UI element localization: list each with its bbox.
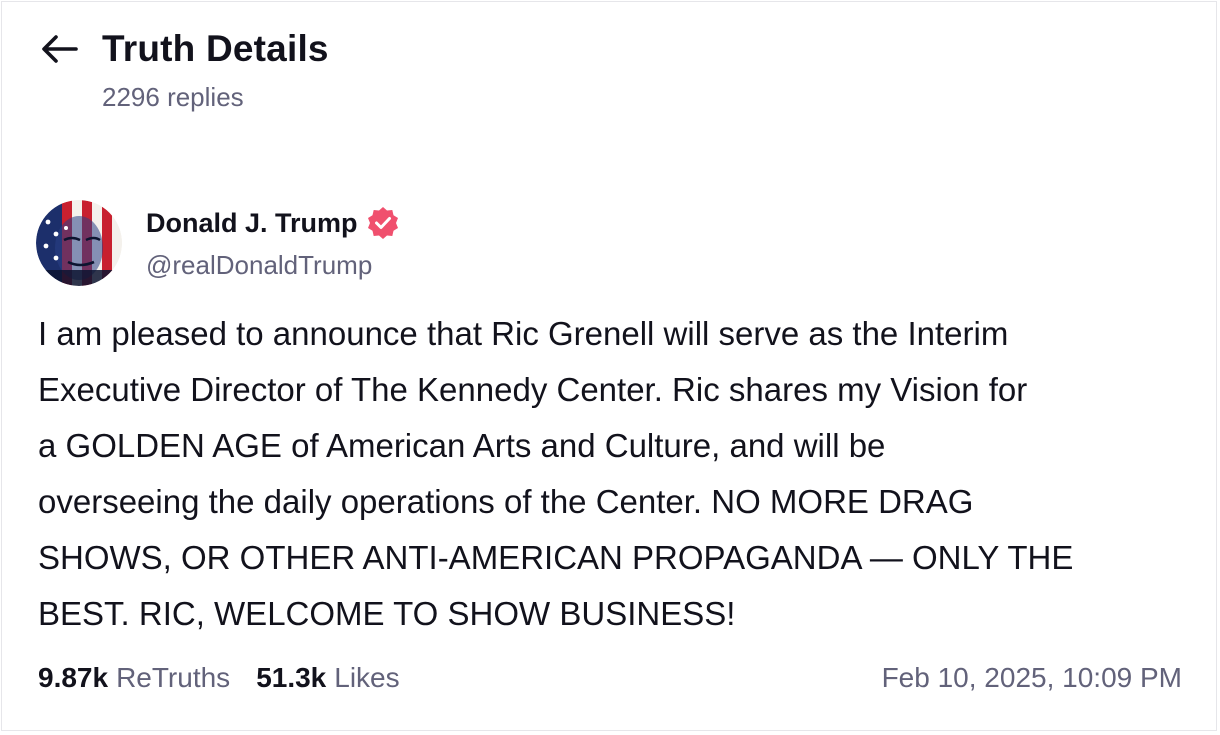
retruths-stat[interactable]: 9.87k ReTruths: [38, 662, 230, 694]
post-stats: 9.87k ReTruths 51.3k Likes: [38, 662, 400, 694]
post-text: I am pleased to announce that Ric Grenel…: [38, 315, 1074, 632]
page-header: Truth Details: [40, 26, 329, 72]
post-timestamp: Feb 10, 2025, 10:09 PM: [881, 662, 1182, 693]
retruths-label: ReTruths: [116, 662, 231, 693]
avatar[interactable]: [36, 200, 122, 286]
back-button[interactable]: [40, 26, 80, 72]
author-meta: Donald J. Trump @realDonaldTrump: [146, 206, 400, 281]
post-author: Donald J. Trump @realDonaldTrump: [36, 200, 400, 286]
reply-count: 2296 replies: [102, 82, 244, 112]
likes-stat[interactable]: 51.3k Likes: [256, 662, 399, 694]
likes-count: 51.3k: [256, 662, 327, 693]
likes-label: Likes: [334, 662, 400, 693]
author-handle[interactable]: @realDonaldTrump: [146, 250, 400, 281]
flag-portrait-avatar: [36, 200, 122, 286]
arrow-left-icon: [42, 35, 78, 63]
truth-details-page: Truth Details 2296 replies Donald J. Tru…: [1, 1, 1217, 731]
author-display-name[interactable]: Donald J. Trump: [146, 208, 358, 239]
retruths-count: 9.87k: [38, 662, 109, 693]
verified-badge-icon: [367, 207, 398, 239]
author-name-line: Donald J. Trump: [146, 206, 400, 240]
page-title: Truth Details: [102, 28, 329, 69]
